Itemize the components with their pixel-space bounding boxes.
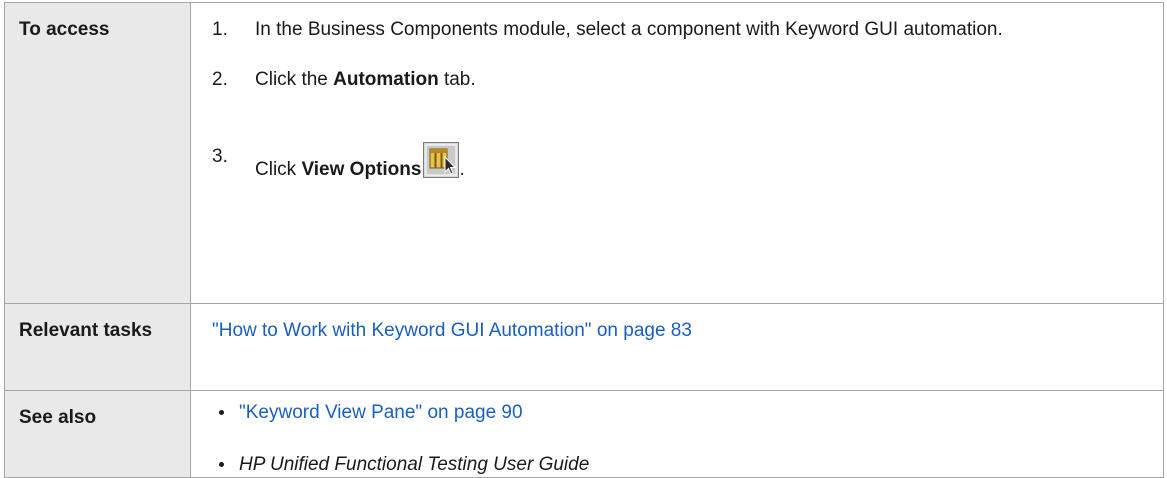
keyword-view-pane-link[interactable]: "Keyword View Pane" on page 90 [239,402,523,423]
see-also-item: "Keyword View Pane" on page 90 [212,391,1143,425]
row-relevant-tasks: Relevant tasks "How to Work with Keyword… [4,303,1164,391]
step-number: 1. [212,19,228,40]
step-text: Click View Options [255,159,421,180]
step-text-suffix: tab. [438,69,476,90]
relevant-tasks-content: "How to Work with Keyword GUI Automation… [190,303,1164,391]
to-access-content: 1. In the Business Components module, se… [190,2,1164,304]
step-number: 3. [212,146,228,167]
to-access-label: To access [4,2,191,304]
step-text: In the Business Components module, selec… [255,19,1003,40]
step-text-prefix: Click the [255,69,334,90]
see-also-label: See also [4,390,191,478]
view-options-name: View Options [301,159,422,180]
step-1: 1. In the Business Components module, se… [212,3,1143,42]
relevant-tasks-label: Relevant tasks [4,303,191,391]
row-see-also: See also "Keyword View Pane" on page 90 … [4,390,1164,478]
info-table: To access 1. In the Business Components … [4,2,1164,478]
see-also-content: "Keyword View Pane" on page 90 HP Unifie… [190,390,1164,478]
access-steps: 1. In the Business Components module, se… [212,3,1143,180]
bullet-icon [219,410,224,415]
step-text-suffix: . [459,159,465,180]
how-to-keyword-gui-link[interactable]: "How to Work with Keyword GUI Automation… [212,320,692,341]
step-text-prefix: Click [255,159,302,180]
step-number: 2. [212,69,228,90]
row-to-access: To access 1. In the Business Components … [4,2,1164,304]
step-2: 2. Click the Automation tab. [212,67,1143,92]
automation-tab-name: Automation [333,69,439,90]
see-also-item: HP Unified Functional Testing User Guide [212,452,1143,477]
see-also-list: "Keyword View Pane" on page 90 HP Unifie… [212,391,1143,477]
bullet-icon [219,462,224,467]
uft-user-guide-title: HP Unified Functional Testing User Guide [239,454,590,475]
view-options-icon [423,142,460,178]
step-3: 3. Click View Options . [212,136,1143,180]
